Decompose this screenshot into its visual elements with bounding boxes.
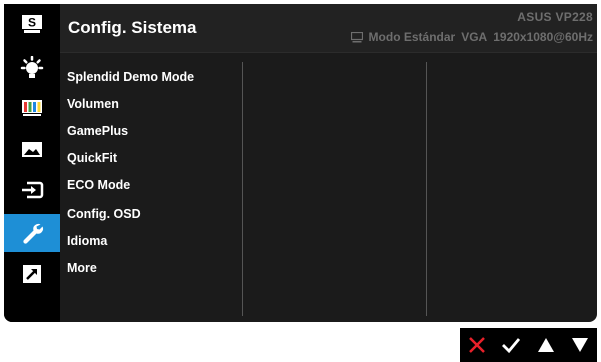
color-bars-icon (22, 100, 42, 116)
menu-item-more[interactable]: More (67, 261, 97, 275)
sidebar-item-color[interactable] (4, 90, 60, 126)
shortcut-arrow-icon (23, 265, 41, 283)
sidebar-item-shortcut[interactable] (4, 256, 60, 292)
column-divider (426, 62, 427, 316)
menu-item-eco-mode[interactable]: ECO Mode (67, 178, 130, 192)
menu-item-quickfit[interactable]: QuickFit (67, 151, 117, 165)
monitor-model: ASUS VP228 (517, 10, 593, 24)
up-button[interactable] (531, 330, 561, 360)
up-triangle-icon (537, 338, 554, 352)
sidebar-item-image[interactable] (4, 132, 60, 168)
svg-text:S: S (28, 16, 36, 30)
confirm-button[interactable] (496, 330, 526, 360)
input-select-icon (22, 181, 44, 199)
menu-item-config-osd[interactable]: Config. OSD (67, 207, 141, 221)
confirm-check-icon (502, 338, 521, 354)
menu-item-gameplus[interactable]: GamePlus (67, 124, 128, 138)
close-button[interactable] (462, 330, 492, 360)
image-landscape-icon (22, 142, 42, 157)
mode-label: Modo Estándar (368, 30, 456, 44)
menu-item-idioma[interactable]: Idioma (67, 234, 107, 248)
monitor-icon (350, 31, 363, 42)
input-label: VGA (461, 30, 488, 44)
sidebar-item-input[interactable] (4, 172, 60, 208)
page-title: Config. Sistema (68, 18, 197, 37)
sidebar-item-splendid[interactable]: S (4, 6, 60, 42)
down-button[interactable] (565, 330, 595, 360)
status-line: Modo Estándar VGA 1920x1080@60Hz (350, 30, 593, 44)
header: Config. Sistema ASUS VP228 Modo Estándar… (60, 4, 597, 53)
down-triangle-icon (571, 338, 588, 352)
splendid-s-icon: S (22, 15, 42, 33)
sidebar-item-brightness[interactable] (4, 50, 60, 86)
brightness-sun-icon (20, 56, 44, 78)
column-divider (242, 62, 243, 316)
menu-item-splendid-demo-mode[interactable]: Splendid Demo Mode (67, 70, 194, 84)
sidebar: S (4, 4, 60, 322)
resolution-label: 1920x1080@60Hz (493, 30, 593, 44)
menu-item-volumen[interactable]: Volumen (67, 97, 119, 111)
sidebar-item-system-setup[interactable] (4, 214, 60, 252)
wrench-icon (23, 223, 44, 244)
close-x-icon (469, 337, 486, 353)
navigation-bar (460, 328, 597, 362)
osd-panel: S Config. Sistema ASUS VP228 Modo Estánd… (4, 4, 597, 322)
